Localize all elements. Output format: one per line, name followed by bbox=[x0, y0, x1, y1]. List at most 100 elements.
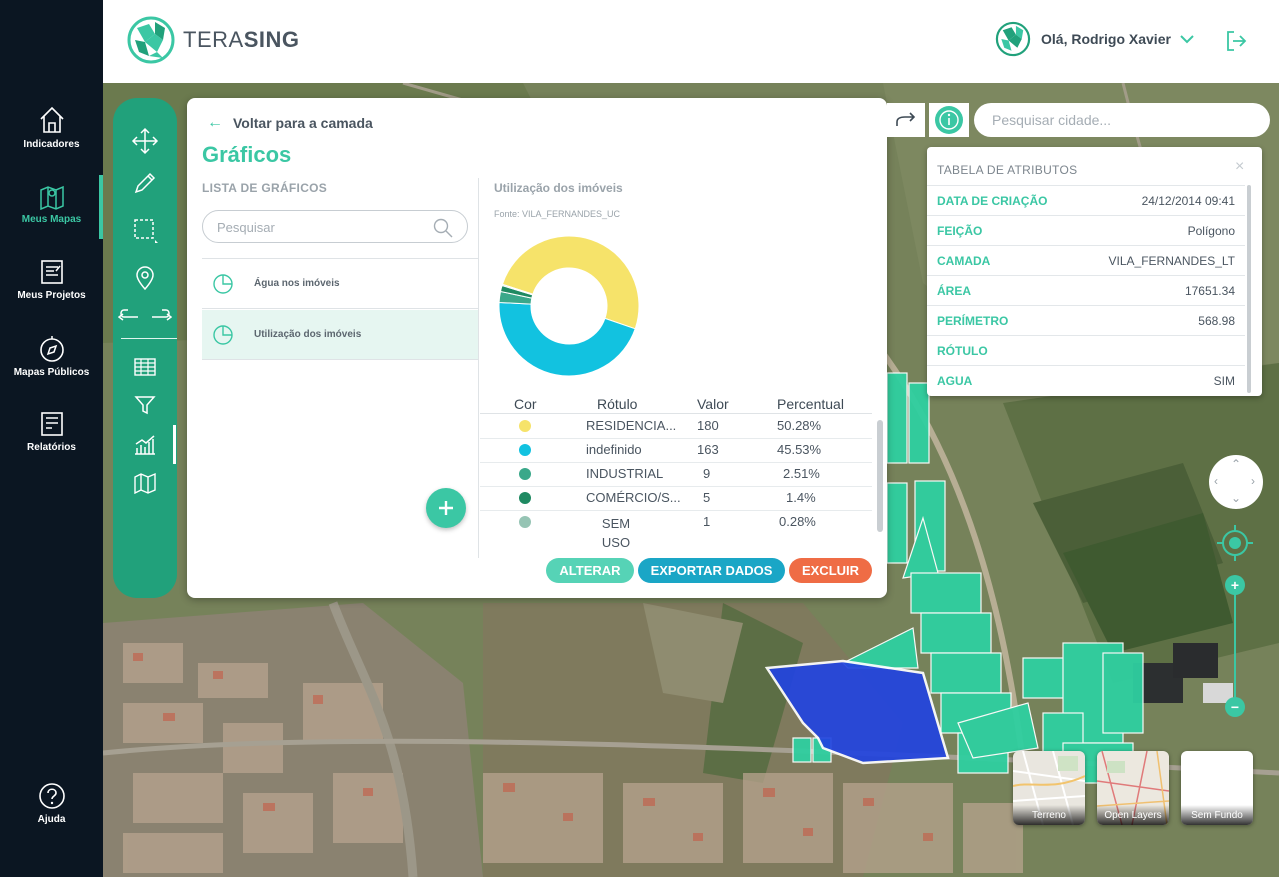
back-to-layer-link[interactable]: ← Voltar para a camada bbox=[207, 114, 373, 132]
nav-item-mapas-publicos[interactable]: Mapas Públicos bbox=[0, 335, 103, 378]
attribute-key: PERÍMETRO bbox=[937, 314, 1009, 328]
tool-point[interactable] bbox=[113, 263, 177, 293]
tool-select[interactable] bbox=[113, 215, 177, 245]
pan-left-icon[interactable]: ‹ bbox=[1214, 474, 1218, 488]
toolbar-active-indicator bbox=[173, 425, 176, 464]
search-icon[interactable] bbox=[433, 218, 453, 238]
attributes-table: TABELA DE ATRIBUTOS × DATA DE CRIAÇÃO 24… bbox=[927, 147, 1262, 396]
pan-right-icon[interactable]: › bbox=[1251, 474, 1255, 488]
move-icon bbox=[131, 127, 159, 155]
chart-list-item[interactable]: Água nos imóveis bbox=[202, 259, 478, 309]
basemap-sem-fundo[interactable]: Sem Fundo bbox=[1181, 751, 1253, 825]
basemap-terreno[interactable]: Terreno bbox=[1013, 751, 1085, 825]
tool-charts[interactable] bbox=[113, 430, 177, 460]
alterar-button[interactable]: ALTERAR bbox=[546, 558, 634, 583]
add-chart-button[interactable] bbox=[426, 488, 466, 528]
info-icon bbox=[935, 106, 963, 134]
delete-button[interactable]: EXCLUIR bbox=[789, 558, 872, 583]
chart-list-title: LISTA DE GRÁFICOS bbox=[202, 181, 328, 195]
locate-me-icon[interactable] bbox=[1216, 524, 1254, 562]
nav-item-meus-projetos[interactable]: Meus Projetos bbox=[0, 258, 103, 301]
map-info-button[interactable] bbox=[929, 103, 969, 137]
legend-value: 163 bbox=[697, 442, 719, 457]
terasing-logo[interactable]: TERASING bbox=[127, 14, 299, 66]
attributes-title: TABELA DE ATRIBUTOS bbox=[937, 163, 1078, 177]
basemap-open-layers[interactable]: Open Layers bbox=[1097, 751, 1169, 825]
user-avatar-icon bbox=[995, 21, 1031, 57]
legend-label: INDUSTRIAL bbox=[586, 466, 664, 481]
chevron-down-icon bbox=[1180, 35, 1194, 44]
nav-item-relatorios[interactable]: Relatórios bbox=[0, 410, 103, 453]
zoom-in-button[interactable]: + bbox=[1225, 575, 1245, 595]
tool-filter[interactable] bbox=[113, 390, 177, 420]
close-icon[interactable]: × bbox=[1235, 158, 1244, 176]
legend-percent: 50.28% bbox=[777, 418, 822, 433]
tool-table[interactable] bbox=[113, 352, 177, 382]
location-pin-icon bbox=[136, 266, 154, 291]
logo-wordmark: TERASING bbox=[183, 27, 300, 52]
tool-undo[interactable] bbox=[113, 298, 145, 328]
pie-chart-icon bbox=[213, 273, 233, 294]
pan-control[interactable]: ⌃ ⌄ ‹ › bbox=[1209, 455, 1263, 509]
legend-scrollbar[interactable] bbox=[877, 420, 883, 532]
legend-row: indefinido 163 45.53% bbox=[480, 439, 872, 463]
table-icon bbox=[134, 358, 156, 376]
redo-icon bbox=[152, 309, 172, 321]
attributes-scrollbar[interactable] bbox=[1247, 185, 1251, 393]
tool-map-layers[interactable] bbox=[113, 468, 177, 498]
chart-search-box bbox=[202, 210, 468, 243]
chart-source: Fonte: VILA_FERNANDES_UC bbox=[494, 209, 621, 219]
attribute-row: CAMADA VILA_FERNANDES_LT bbox=[927, 245, 1245, 275]
nav-item-meus-mapas[interactable]: Meus Mapas bbox=[0, 182, 103, 225]
legend-percent: 2.51% bbox=[783, 466, 820, 481]
zoom-slider-track[interactable] bbox=[1234, 592, 1236, 704]
zoom-out-button[interactable]: − bbox=[1225, 697, 1245, 717]
legend-row: RESIDENCIA... 180 50.28% bbox=[480, 415, 872, 439]
tool-draw[interactable] bbox=[113, 168, 177, 198]
app-header: TERASING Olá, Rodrigo Xavier bbox=[103, 0, 1279, 83]
projects-icon bbox=[40, 260, 63, 284]
map-redo-button[interactable] bbox=[887, 103, 925, 137]
basemap-label: Open Layers bbox=[1097, 805, 1169, 825]
legend-value: 9 bbox=[703, 466, 711, 481]
pan-down-icon[interactable]: ⌄ bbox=[1231, 491, 1241, 505]
plus-icon bbox=[439, 501, 453, 515]
attribute-value: Polígono bbox=[1187, 224, 1235, 238]
nav-label: Ajuda bbox=[37, 814, 66, 825]
attribute-key: AGUA bbox=[937, 374, 973, 388]
legend-value: 5 bbox=[703, 490, 711, 505]
logout-icon[interactable] bbox=[1225, 30, 1247, 52]
tool-move[interactable] bbox=[113, 126, 177, 156]
left-navigation: Indicadores Meus Mapas Meus Projetos Map… bbox=[0, 0, 103, 877]
globe-logo-icon bbox=[127, 16, 175, 64]
legend-percent: 45.53% bbox=[777, 442, 822, 457]
nav-item-ajuda[interactable]: Ajuda bbox=[0, 782, 103, 825]
attribute-value: SIM bbox=[1213, 374, 1235, 388]
city-search-input[interactable] bbox=[992, 111, 1252, 129]
pie-chart-icon bbox=[213, 324, 233, 345]
map-pin-icon bbox=[39, 185, 64, 210]
toolbar-divider bbox=[121, 338, 177, 339]
redo-icon bbox=[896, 112, 916, 126]
chart-search-input[interactable] bbox=[217, 218, 417, 236]
arrow-left-icon: ← bbox=[207, 114, 223, 131]
map-add-icon bbox=[134, 472, 156, 494]
nav-label: Meus Mapas bbox=[21, 214, 82, 225]
nav-active-indicator bbox=[99, 175, 103, 239]
undo-icon bbox=[118, 309, 138, 321]
attribute-value: 24/12/2014 09:41 bbox=[1141, 194, 1235, 208]
basemap-label: Terreno bbox=[1013, 805, 1085, 825]
legend-row: SEM USO 1 0.28% bbox=[480, 511, 872, 555]
help-icon bbox=[38, 783, 65, 809]
tool-redo[interactable] bbox=[145, 298, 177, 328]
pan-up-icon[interactable]: ⌃ bbox=[1231, 457, 1241, 471]
user-menu[interactable]: Olá, Rodrigo Xavier bbox=[995, 20, 1195, 58]
legend-value: 1 bbox=[703, 514, 711, 529]
attribute-value: VILA_FERNANDES_LT bbox=[1108, 254, 1236, 268]
legend-swatch bbox=[519, 444, 531, 456]
map-toolbar bbox=[113, 98, 177, 598]
legend-header: Cor Rótulo Valor Percentual bbox=[480, 394, 872, 414]
chart-list-item-selected[interactable]: Utilização dos imóveis bbox=[202, 310, 478, 360]
nav-item-indicadores[interactable]: Indicadores bbox=[0, 105, 103, 150]
export-data-button[interactable]: EXPORTAR DADOS bbox=[638, 558, 785, 583]
